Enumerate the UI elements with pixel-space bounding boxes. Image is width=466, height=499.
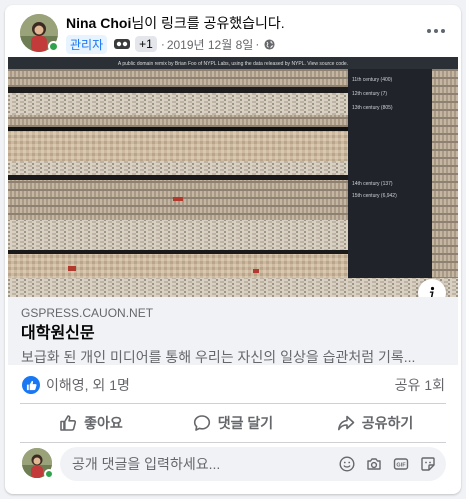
link-description: 보급화 된 개인 미디어를 통해 우리는 자신의 일상을 습관처럼 기록... <box>21 349 416 365</box>
link-preview-meta[interactable]: GSPRESS.CAUON.NET 대학원신문 보급화 된 개인 미디어를 통해… <box>8 297 458 365</box>
gif-icon[interactable]: GIF <box>393 456 409 472</box>
reactors-text[interactable]: 이해영, 외 1명 <box>46 375 395 395</box>
post-meta: 관리자 +1 · 2019년 12월 8일 · <box>66 34 275 54</box>
meta-separator: · <box>160 37 165 51</box>
emoji-icon[interactable] <box>339 456 355 472</box>
author-avatar[interactable] <box>20 14 59 52</box>
post-date[interactable]: 2019년 12월 8일 <box>167 36 254 53</box>
camera-icon[interactable] <box>366 456 382 472</box>
composer-avatar[interactable] <box>22 448 54 479</box>
share-button[interactable]: 공유하기 <box>304 406 446 440</box>
post-actions: 좋아요 댓글 달기 공유하기 <box>20 406 446 440</box>
comment-button[interactable]: 댓글 달기 <box>162 406 304 440</box>
comment-input[interactable] <box>72 456 328 472</box>
thumbs-up-icon <box>60 415 77 431</box>
svg-text:GIF: GIF <box>396 463 406 469</box>
post-title-line: Nina Choi님이 링크를 공유했습니다. <box>66 14 285 32</box>
globe-icon[interactable] <box>264 38 275 50</box>
comment-button-label: 댓글 달기 <box>217 415 274 431</box>
link-domain: GSPRESS.CAUON.NET <box>21 306 154 320</box>
share-icon <box>337 415 355 431</box>
admin-badge[interactable]: 관리자 <box>66 34 108 54</box>
share-button-label: 공유하기 <box>361 415 414 431</box>
like-reaction-icon[interactable] <box>22 376 40 394</box>
like-button-label: 좋아요 <box>84 415 123 431</box>
online-status-dot <box>44 469 54 479</box>
comment-icon <box>193 415 210 431</box>
member-badge-icon[interactable] <box>113 37 131 51</box>
post-action-text: 님이 링크를 공유했습니다. <box>131 15 285 31</box>
plus-count-badge[interactable]: +1 <box>135 36 157 52</box>
divider <box>20 442 446 443</box>
link-title[interactable]: 대학원신문 <box>21 324 445 344</box>
more-options-button[interactable] <box>423 19 449 43</box>
online-status-dot <box>48 41 59 52</box>
legend-item: 11th century (400) <box>352 77 393 83</box>
author-name[interactable]: Nina Choi <box>66 15 131 31</box>
link-preview-image[interactable]: A public domain remix by Brian Foo of NY… <box>8 57 458 297</box>
image-caption: A public domain remix by Brian Foo of NY… <box>118 61 348 67</box>
like-button[interactable]: 좋아요 <box>20 406 162 440</box>
legend-item: 13th century (805) <box>352 105 393 111</box>
divider <box>20 403 446 404</box>
meta-separator: · <box>255 37 260 51</box>
sticker-icon[interactable] <box>420 456 436 472</box>
more-icon <box>427 29 445 33</box>
comment-composer[interactable]: GIF <box>60 447 446 481</box>
post-header: Nina Choi님이 링크를 공유했습니다. 관리자 +1 · 2019년 1… <box>5 5 461 57</box>
reactions-row: 이해영, 외 1명 공유 1회 <box>22 374 445 396</box>
share-count[interactable]: 공유 1회 <box>395 375 445 395</box>
legend-item: 15th century (6,942) <box>352 193 397 199</box>
legend-item: 12th century (7) <box>352 91 387 97</box>
post-card: Nina Choi님이 링크를 공유했습니다. 관리자 +1 · 2019년 1… <box>5 5 461 494</box>
legend-item: 14th century (137) <box>352 181 393 187</box>
